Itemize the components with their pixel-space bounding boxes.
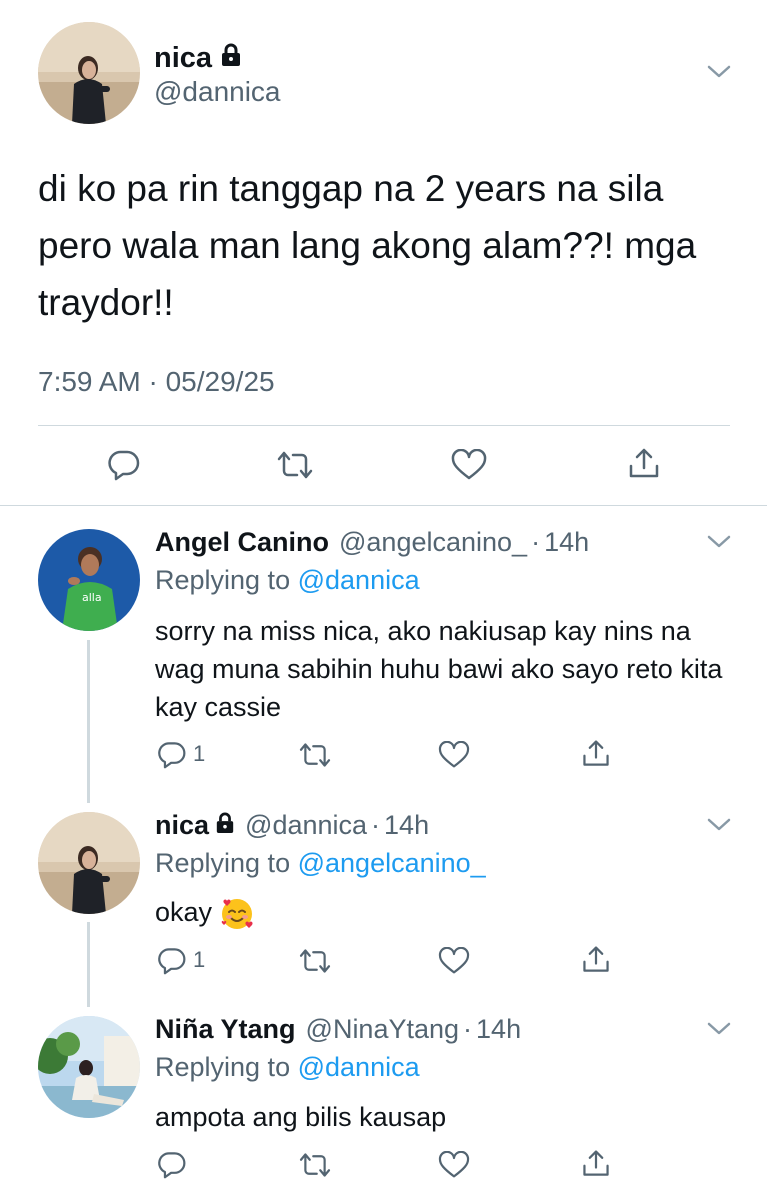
like-button[interactable] [438, 741, 470, 769]
replying-to: Replying to @dannica [155, 565, 420, 596]
reply-header: Niña Ytang @NinaYtang · 14h [155, 1014, 521, 1045]
reply-button[interactable]: 1 [157, 739, 205, 769]
reply-author-handle[interactable]: @angelcanino_ [339, 527, 527, 558]
chevron-down-icon[interactable] [706, 817, 732, 833]
reply-button[interactable] [107, 447, 141, 481]
reply-author-handle[interactable]: @NinaYtang [306, 1014, 460, 1045]
separator-dot: · [531, 527, 541, 557]
retweet-button[interactable] [297, 1151, 333, 1179]
lock-icon [215, 810, 235, 841]
reply-count: 1 [193, 741, 206, 766]
like-icon [438, 947, 470, 974]
share-button[interactable] [580, 738, 612, 770]
share-icon [629, 448, 659, 478]
smiling-face-with-hearts-icon [220, 897, 254, 931]
main-tweet-text: di ko pa rin tanggap na 2 years na sila … [38, 168, 697, 323]
reply-author-handle[interactable]: @dannica [245, 810, 367, 841]
retweet-icon [299, 743, 331, 767]
lock-icon [220, 42, 242, 75]
reply-button[interactable] [157, 1149, 193, 1179]
chevron-down-icon[interactable] [706, 64, 732, 80]
retweet-icon [299, 949, 331, 973]
reply-button[interactable]: 1 [157, 945, 205, 975]
reply-author-avatar[interactable] [38, 1016, 140, 1118]
replying-to-link[interactable]: @dannica [298, 1052, 420, 1082]
retweet-button[interactable] [275, 449, 315, 481]
main-author-name-text[interactable]: nica [154, 42, 212, 75]
reply-author-avatar[interactable]: alla [38, 529, 140, 631]
thread-line [87, 640, 90, 803]
like-icon [438, 1151, 470, 1178]
share-button[interactable] [580, 1148, 612, 1180]
reply-author-name[interactable]: Niña Ytang [155, 1014, 296, 1045]
like-button[interactable] [438, 1151, 470, 1179]
reply-text-content: okay [155, 897, 213, 927]
reply-text: sorry na miss nica, ako nakiusap kay nin… [155, 616, 723, 722]
main-author-avatar[interactable] [38, 22, 140, 124]
reply-count: 1 [193, 947, 206, 972]
reply-author-name[interactable]: nica [155, 810, 235, 841]
reply-header: Angel Canino @angelcanino_ · 14h [155, 527, 589, 558]
replying-to: Replying to @dannica [155, 1052, 420, 1083]
reply-header: nica @dannica · 14h [155, 810, 429, 841]
retweet-button[interactable] [297, 947, 333, 975]
reply-time[interactable]: 14h [384, 810, 429, 841]
chevron-down-icon[interactable] [706, 1021, 732, 1037]
svg-text:alla: alla [82, 591, 102, 604]
reply-time[interactable]: 14h [476, 1014, 521, 1045]
thread-line [87, 922, 90, 1007]
separator-dot: · [463, 1014, 473, 1044]
reply-text: okay [155, 893, 735, 931]
retweet-icon [299, 1153, 331, 1177]
chevron-down-icon[interactable] [706, 534, 732, 550]
reply-author-avatar[interactable] [38, 812, 140, 914]
share-button[interactable] [626, 446, 662, 482]
replying-to-prefix: Replying to [155, 565, 291, 595]
share-icon [583, 1150, 609, 1176]
reply-icon [158, 948, 186, 975]
separator-dot: · [371, 810, 381, 840]
divider [38, 425, 730, 426]
like-icon [438, 741, 470, 768]
like-button[interactable] [451, 449, 487, 481]
like-icon [451, 449, 487, 480]
main-author-name[interactable]: nica [154, 42, 242, 75]
reply-author-name[interactable]: Angel Canino [155, 527, 329, 558]
share-icon [583, 740, 609, 766]
divider [0, 505, 767, 506]
like-button[interactable] [438, 947, 470, 975]
replying-to-link[interactable]: @dannica [298, 565, 420, 595]
replying-to-link[interactable]: @angelcanino_ [298, 848, 486, 878]
share-icon [583, 946, 609, 972]
reply-text: ampota ang bilis kausap [155, 1102, 447, 1132]
retweet-icon [277, 451, 313, 479]
main-tweet-timestamp[interactable]: 7:59 AM · 05/29/25 [38, 366, 275, 398]
replying-to: Replying to @angelcanino_ [155, 848, 486, 879]
main-author-handle[interactable]: @dannica [154, 76, 281, 108]
reply-icon [108, 450, 140, 481]
retweet-button[interactable] [297, 741, 333, 769]
tweet-thread-page: nica @dannica di ko pa rin tanggap na 2 … [0, 0, 767, 1200]
reply-time[interactable]: 14h [544, 527, 589, 558]
replying-to-prefix: Replying to [155, 848, 291, 878]
reply-author-name-text[interactable]: nica [155, 810, 209, 841]
replying-to-prefix: Replying to [155, 1052, 291, 1082]
reply-icon [158, 1152, 186, 1179]
share-button[interactable] [580, 944, 612, 976]
reply-icon [158, 742, 186, 769]
